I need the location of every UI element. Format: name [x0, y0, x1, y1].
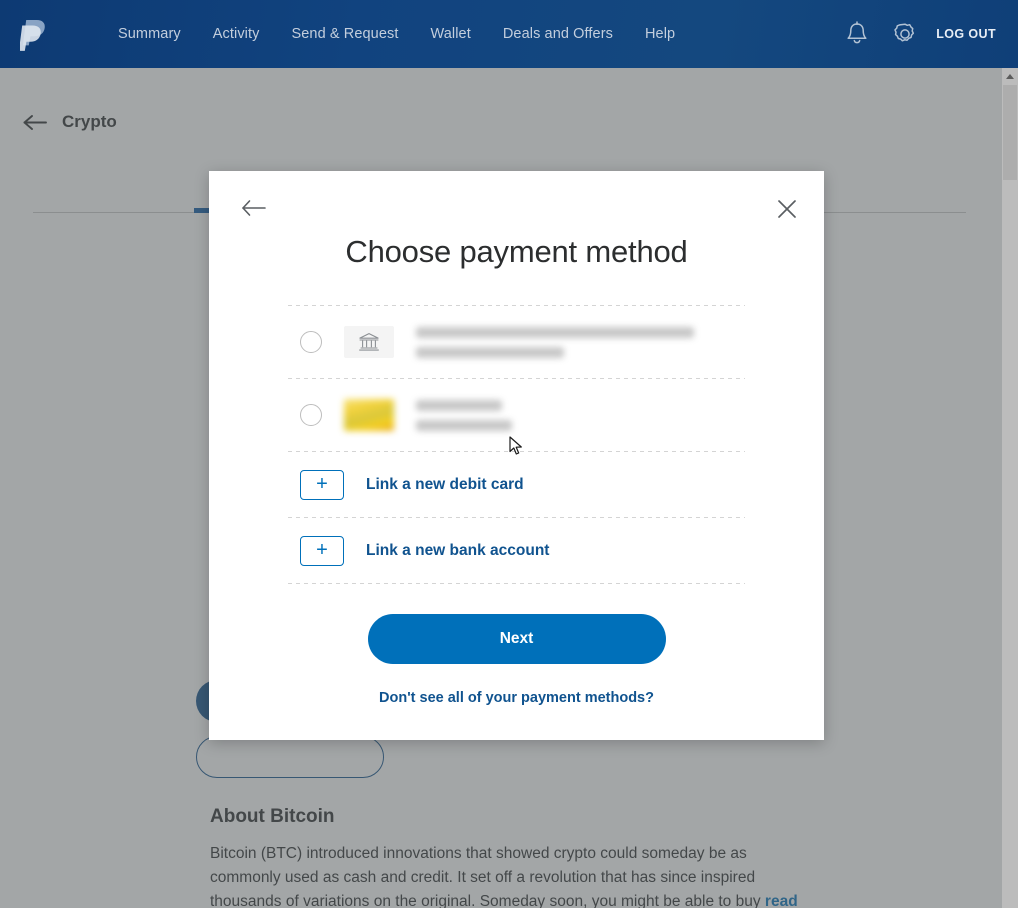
- scroll-up-button[interactable]: [1002, 68, 1018, 85]
- link-new-debit-card-label: Link a new debit card: [366, 475, 524, 493]
- nav-link-send-request[interactable]: Send & Request: [291, 26, 398, 42]
- payment-method-label-bank: [416, 326, 745, 358]
- payment-methods-help-link[interactable]: Don't see all of your payment methods?: [209, 690, 824, 706]
- nav-link-summary[interactable]: Summary: [118, 26, 181, 42]
- nav-links: Summary Activity Send & Request Wallet D…: [118, 26, 707, 42]
- paypal-logo-icon[interactable]: [20, 16, 50, 52]
- next-button[interactable]: Next: [367, 614, 666, 664]
- radio-card[interactable]: [300, 404, 322, 426]
- link-new-bank-account-label: Link a new bank account: [366, 541, 550, 559]
- payment-method-row-bank[interactable]: [288, 306, 745, 378]
- bank-icon: [344, 326, 394, 358]
- plus-icon: +: [300, 535, 344, 566]
- radio-bank[interactable]: [300, 331, 322, 353]
- bell-icon[interactable]: [840, 17, 874, 51]
- scroll-up-arrow-icon: [1006, 74, 1014, 79]
- credit-card-icon: [344, 399, 394, 431]
- choose-payment-method-modal: Choose payment method + Link a new debit…: [209, 171, 824, 740]
- logout-button[interactable]: LOG OUT: [936, 27, 996, 41]
- close-icon[interactable]: [774, 196, 800, 222]
- payment-method-label-card: [416, 399, 745, 431]
- link-new-debit-card-row[interactable]: + Link a new debit card: [288, 452, 745, 517]
- vertical-scrollbar[interactable]: [1002, 68, 1018, 908]
- gear-icon[interactable]: [888, 17, 922, 51]
- top-navigation-bar: Summary Activity Send & Request Wallet D…: [0, 0, 1018, 68]
- modal-back-icon[interactable]: [240, 197, 270, 219]
- nav-link-wallet[interactable]: Wallet: [430, 26, 470, 42]
- nav-right-group: LOG OUT: [840, 17, 1002, 51]
- scrollbar-thumb[interactable]: [1003, 85, 1017, 180]
- nav-link-deals-and-offers[interactable]: Deals and Offers: [503, 26, 613, 42]
- nav-link-help[interactable]: Help: [645, 26, 675, 42]
- plus-icon: +: [300, 469, 344, 500]
- link-new-bank-account-row[interactable]: + Link a new bank account: [288, 518, 745, 583]
- nav-link-activity[interactable]: Activity: [213, 26, 260, 42]
- payment-method-row-card[interactable]: [288, 379, 745, 451]
- divider: [288, 583, 745, 584]
- payment-method-list: + Link a new debit card + Link a new ban…: [288, 305, 745, 584]
- modal-title: Choose payment method: [345, 234, 688, 269]
- app-root: Crypto About Bitcoin Bitcoin (BTC) intro…: [0, 0, 1018, 908]
